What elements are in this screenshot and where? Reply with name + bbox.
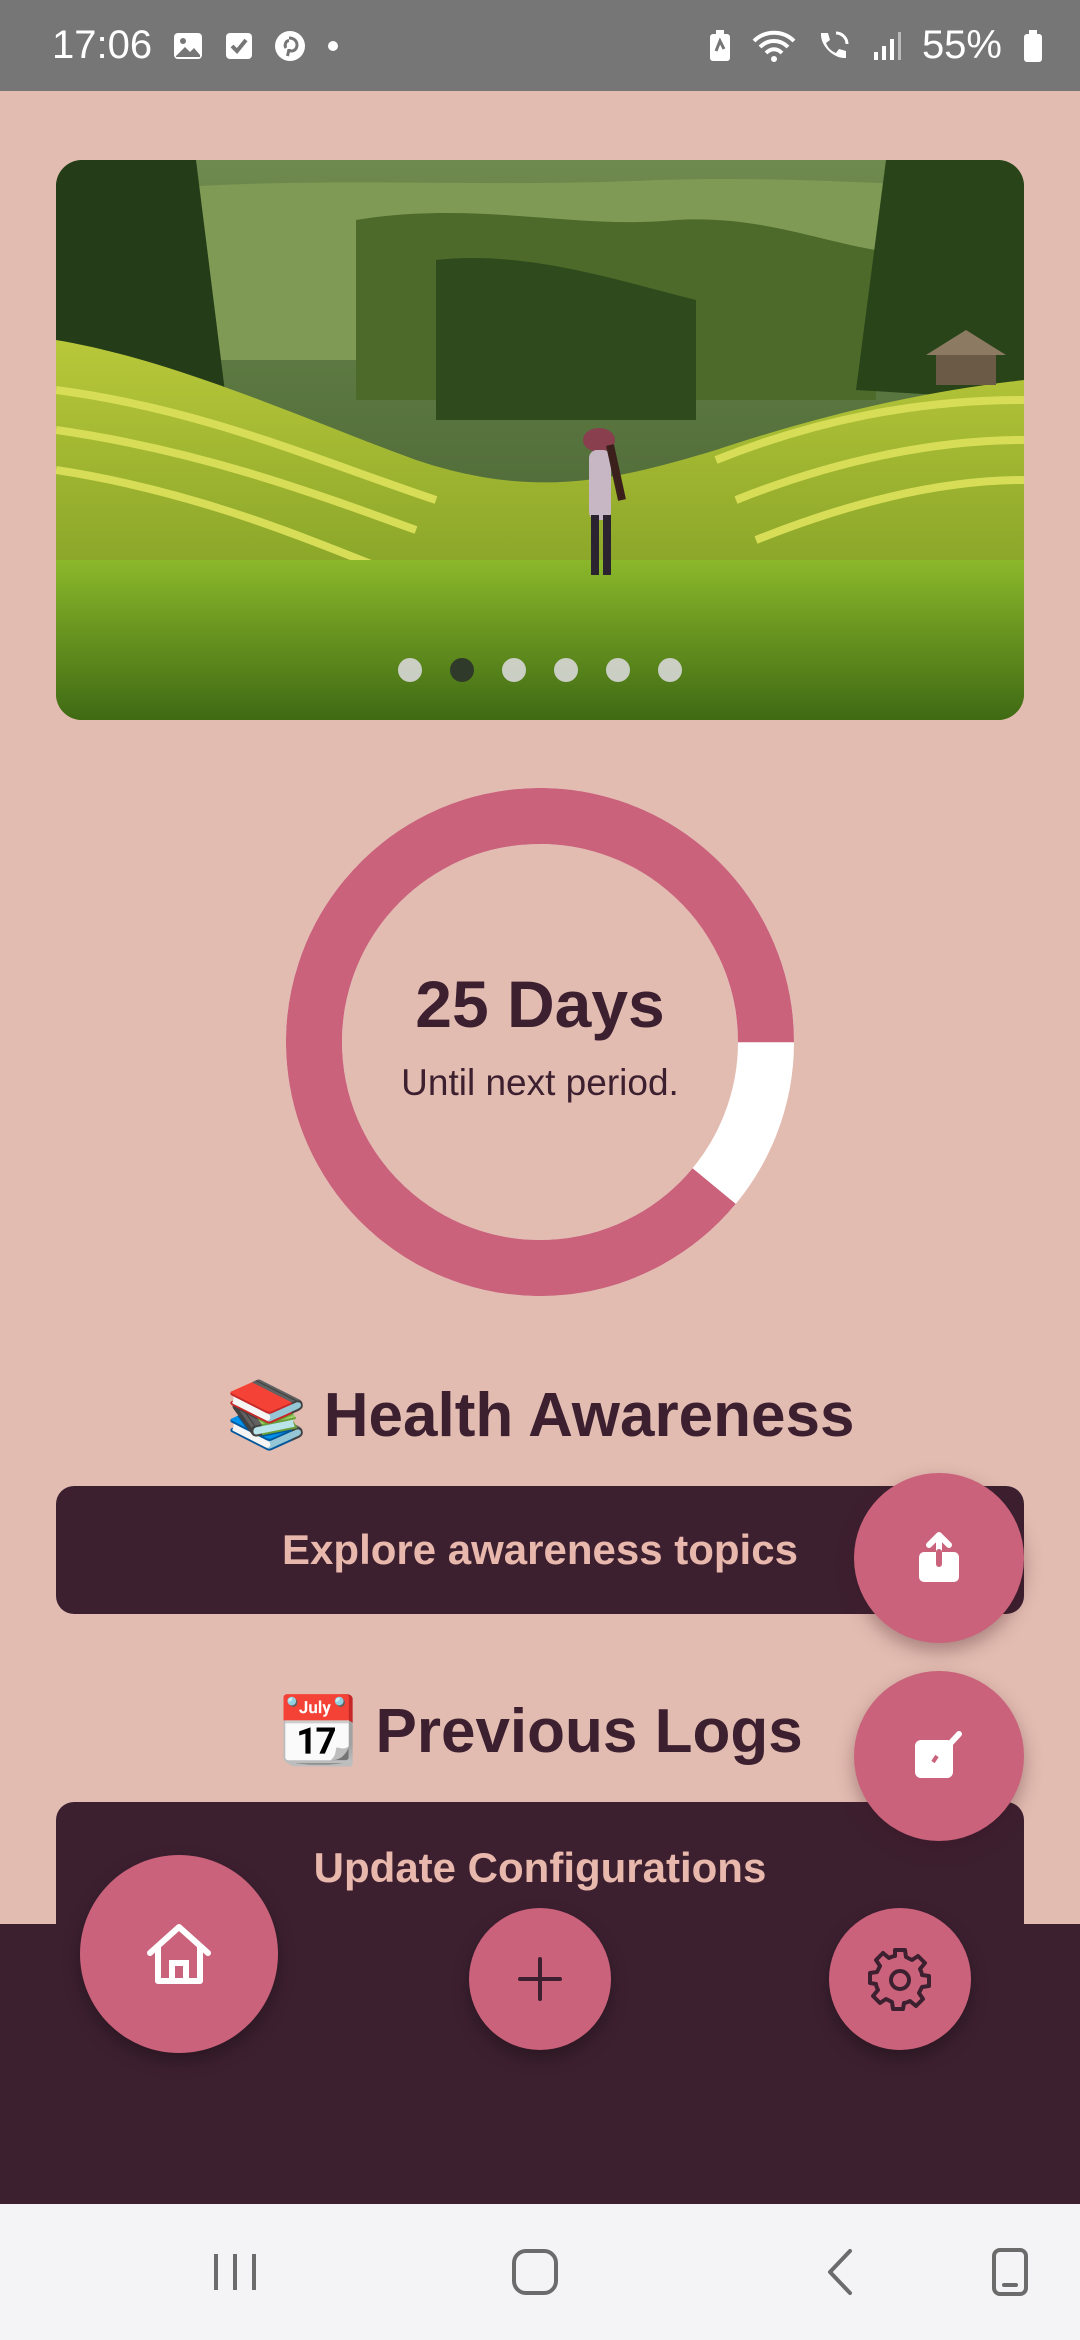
battery-saver-icon bbox=[708, 29, 732, 63]
system-home-icon bbox=[512, 2249, 558, 2295]
awareness-heading: Health Awareness bbox=[323, 1380, 855, 1450]
cycle-text: 25 Days Until next period. bbox=[286, 788, 794, 1296]
carousel-dot-active[interactable] bbox=[450, 658, 474, 682]
back-button[interactable] bbox=[795, 2204, 885, 2340]
settings-nav-button[interactable] bbox=[829, 1908, 971, 2050]
status-bar: 17:06 55% bbox=[0, 0, 1080, 91]
days-until-period: 25 Days bbox=[415, 967, 665, 1041]
section-heading-awareness: 📚 Health Awareness bbox=[0, 1370, 1080, 1460]
battery-icon bbox=[1022, 29, 1044, 63]
share-button[interactable] bbox=[854, 1473, 1024, 1643]
logs-heading: Previous Logs bbox=[375, 1696, 803, 1766]
keyboard-toggle-button[interactable] bbox=[965, 2204, 1055, 2340]
edit-icon bbox=[915, 1731, 962, 1778]
back-icon bbox=[828, 2249, 852, 2295]
plus-icon bbox=[518, 1957, 562, 2001]
books-icon: 📚 bbox=[225, 1376, 308, 1453]
carousel-dot[interactable] bbox=[554, 658, 578, 682]
banner-carousel[interactable] bbox=[56, 160, 1024, 720]
phone-icon bbox=[992, 2248, 1028, 2296]
gallery-icon bbox=[172, 30, 204, 62]
home-icon bbox=[147, 1924, 211, 1984]
recents-icon bbox=[214, 2254, 256, 2290]
rice-terrace-photo bbox=[56, 160, 1024, 720]
share-icon bbox=[919, 1532, 959, 1582]
carousel-dot[interactable] bbox=[502, 658, 526, 682]
system-home-button[interactable] bbox=[490, 2204, 580, 2340]
days-caption: Until next period. bbox=[401, 1062, 679, 1103]
dot-icon bbox=[326, 39, 340, 53]
gear-icon bbox=[868, 1948, 931, 2011]
wifi-calling-icon bbox=[816, 29, 852, 63]
status-time: 17:06 bbox=[52, 23, 153, 67]
home-nav-button[interactable] bbox=[80, 1855, 278, 2053]
add-nav-button[interactable] bbox=[469, 1908, 611, 2050]
calendar-icon: 📆 bbox=[277, 1692, 360, 1769]
battery-percent: 55% bbox=[921, 23, 1002, 67]
cycle-progress-ring: 25 Days Until next period. bbox=[286, 788, 794, 1296]
pinterest-icon bbox=[274, 30, 306, 62]
carousel-indicator bbox=[56, 658, 1024, 682]
wifi-icon bbox=[752, 29, 796, 63]
recents-button[interactable] bbox=[190, 2204, 280, 2340]
carousel-dot[interactable] bbox=[398, 658, 422, 682]
carousel-dot[interactable] bbox=[658, 658, 682, 682]
edit-button[interactable] bbox=[854, 1671, 1024, 1841]
status-left: 17:06 bbox=[52, 23, 340, 68]
signal-icon bbox=[872, 30, 902, 62]
status-right: 55% bbox=[708, 23, 1044, 68]
system-navigation-bar bbox=[0, 2204, 1080, 2340]
checkbox-icon bbox=[224, 31, 254, 61]
carousel-dot[interactable] bbox=[606, 658, 630, 682]
